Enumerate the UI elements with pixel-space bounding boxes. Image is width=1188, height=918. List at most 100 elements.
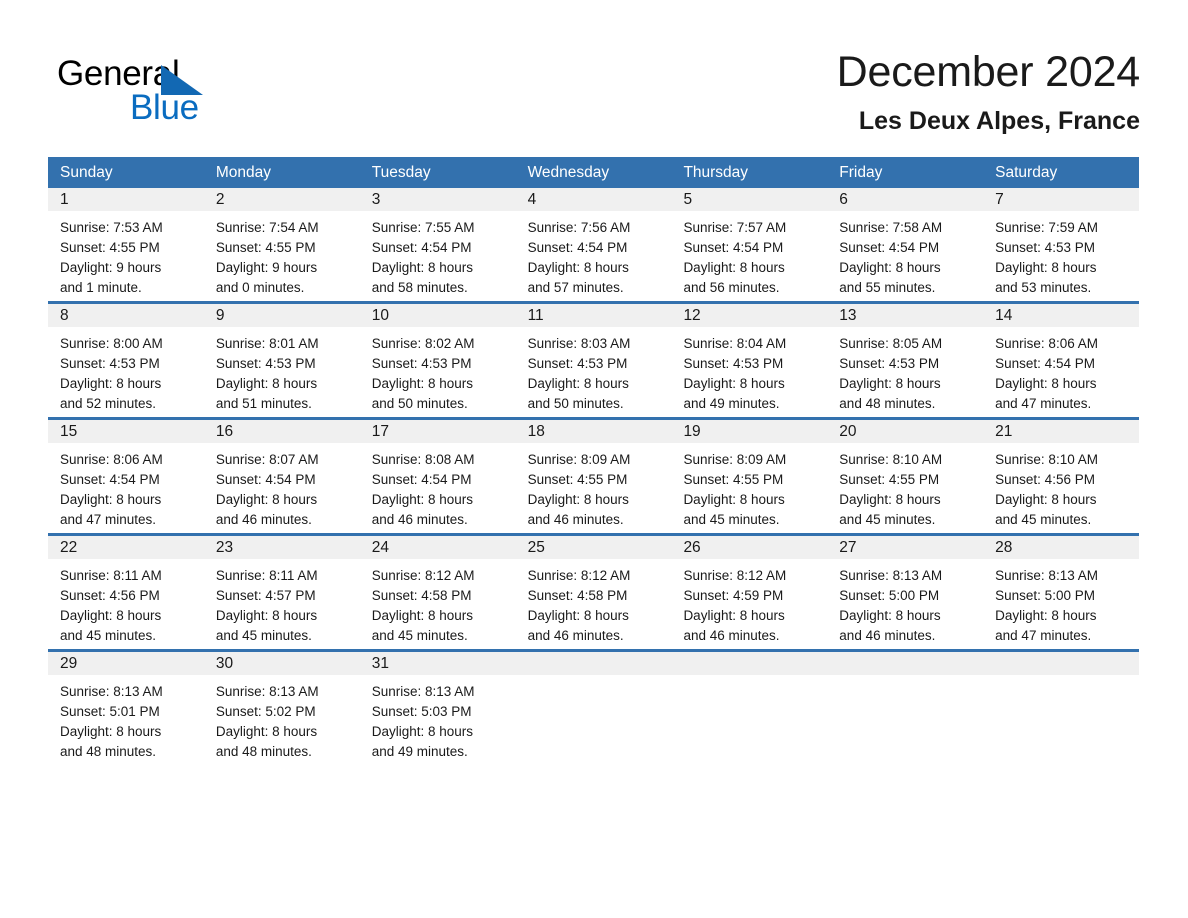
day-cell[interactable]: Sunrise: 8:12 AM Sunset: 4:59 PM Dayligh…	[671, 559, 827, 649]
daylight-text-line2: and 53 minutes.	[995, 280, 1092, 295]
day-number[interactable]: 14	[983, 304, 1139, 327]
day-cell[interactable]: Sunrise: 8:13 AM Sunset: 5:02 PM Dayligh…	[204, 675, 360, 765]
day-cell[interactable]: Sunrise: 7:55 AM Sunset: 4:54 PM Dayligh…	[360, 211, 516, 301]
weekday-header-friday: Friday	[839, 164, 883, 181]
day-cell[interactable]: Sunrise: 7:59 AM Sunset: 4:53 PM Dayligh…	[983, 211, 1139, 301]
day-cell[interactable]: Sunrise: 8:04 AM Sunset: 4:53 PM Dayligh…	[671, 327, 827, 417]
day-number[interactable]: 30	[204, 652, 360, 675]
generalblue-logo[interactable]: General Blue	[57, 54, 317, 132]
daylight-text-line2: and 45 minutes.	[839, 512, 936, 527]
day-number[interactable]: 3	[360, 188, 516, 211]
day-cell[interactable]: Sunrise: 8:09 AM Sunset: 4:55 PM Dayligh…	[671, 443, 827, 533]
week-daynumber-band: 22 23 24 25 26 27 28	[48, 536, 1139, 559]
day-cell[interactable]: Sunrise: 8:03 AM Sunset: 4:53 PM Dayligh…	[516, 327, 672, 417]
day-number-empty	[516, 652, 672, 675]
day-number[interactable]: 1	[48, 188, 204, 211]
day-number[interactable]: 29	[48, 652, 204, 675]
day-cell-empty	[516, 675, 672, 765]
day-number[interactable]: 24	[360, 536, 516, 559]
daylight-text-line1: Daylight: 8 hours	[683, 260, 785, 275]
day-cell[interactable]: Sunrise: 8:13 AM Sunset: 5:00 PM Dayligh…	[983, 559, 1139, 649]
sunset-text: Sunset: 4:54 PM	[995, 356, 1095, 371]
day-cell[interactable]: Sunrise: 8:13 AM Sunset: 5:01 PM Dayligh…	[48, 675, 204, 765]
day-cell[interactable]: Sunrise: 8:12 AM Sunset: 4:58 PM Dayligh…	[516, 559, 672, 649]
sunrise-text: Sunrise: 7:56 AM	[527, 220, 631, 235]
day-number[interactable]: 13	[827, 304, 983, 327]
sunset-text: Sunset: 4:53 PM	[839, 356, 940, 371]
day-number[interactable]: 11	[516, 304, 672, 327]
day-number[interactable]: 20	[827, 420, 983, 443]
daylight-text-line2: and 58 minutes.	[371, 280, 468, 295]
day-number[interactable]: 23	[204, 536, 360, 559]
sunset-text: Sunset: 4:59 PM	[683, 588, 784, 603]
day-cell[interactable]: Sunrise: 7:58 AM Sunset: 4:54 PM Dayligh…	[827, 211, 983, 301]
sunrise-text: Sunrise: 8:11 AM	[215, 568, 318, 583]
day-number[interactable]: 6	[827, 188, 983, 211]
sunrise-text: Sunrise: 7:54 AM	[215, 220, 319, 235]
day-number[interactable]: 18	[516, 420, 672, 443]
day-cell[interactable]: Sunrise: 8:10 AM Sunset: 4:56 PM Dayligh…	[983, 443, 1139, 533]
sunset-text: Sunset: 4:57 PM	[215, 588, 316, 603]
day-cell[interactable]: Sunrise: 8:10 AM Sunset: 4:55 PM Dayligh…	[827, 443, 983, 533]
day-cell[interactable]: Sunrise: 8:07 AM Sunset: 4:54 PM Dayligh…	[204, 443, 360, 533]
day-cell[interactable]: Sunrise: 8:01 AM Sunset: 4:53 PM Dayligh…	[204, 327, 360, 417]
day-number[interactable]: 16	[204, 420, 360, 443]
sunrise-text: Sunrise: 8:13 AM	[839, 568, 943, 583]
day-number[interactable]: 7	[983, 188, 1139, 211]
day-cell[interactable]: Sunrise: 7:54 AM Sunset: 4:55 PM Dayligh…	[204, 211, 360, 301]
day-cell[interactable]: Sunrise: 8:12 AM Sunset: 4:58 PM Dayligh…	[360, 559, 516, 649]
sunset-text: Sunset: 4:55 PM	[60, 240, 160, 255]
sunset-text: Sunset: 4:56 PM	[60, 588, 160, 603]
logo-text-blue: Blue	[130, 88, 199, 127]
day-number[interactable]: 17	[360, 420, 516, 443]
week-daynumber-band: 29 30 31	[48, 652, 1139, 675]
day-number[interactable]: 22	[48, 536, 204, 559]
day-number[interactable]: 26	[671, 536, 827, 559]
day-number[interactable]: 8	[48, 304, 204, 327]
sunrise-text: Sunrise: 7:58 AM	[839, 220, 943, 235]
day-cell[interactable]: Sunrise: 8:00 AM Sunset: 4:53 PM Dayligh…	[48, 327, 204, 417]
daylight-text-line1: Daylight: 8 hours	[527, 376, 629, 391]
day-cell[interactable]: Sunrise: 8:02 AM Sunset: 4:53 PM Dayligh…	[360, 327, 516, 417]
day-number[interactable]: 4	[516, 188, 672, 211]
sunrise-text: Sunrise: 8:11 AM	[60, 568, 162, 583]
day-number[interactable]: 28	[983, 536, 1139, 559]
page-subtitle: Les Deux Alpes, France	[858, 107, 1140, 135]
day-number[interactable]: 19	[671, 420, 827, 443]
day-number[interactable]: 31	[360, 652, 516, 675]
day-cell[interactable]: Sunrise: 7:56 AM Sunset: 4:54 PM Dayligh…	[516, 211, 672, 301]
day-cell[interactable]: Sunrise: 8:13 AM Sunset: 5:03 PM Dayligh…	[360, 675, 516, 765]
sunset-text: Sunset: 4:54 PM	[527, 240, 628, 255]
day-number[interactable]: 2	[204, 188, 360, 211]
day-number-empty	[671, 652, 827, 675]
daylight-text-line1: Daylight: 8 hours	[839, 260, 941, 275]
day-number[interactable]: 25	[516, 536, 672, 559]
day-cell[interactable]: Sunrise: 8:11 AM Sunset: 4:57 PM Dayligh…	[204, 559, 360, 649]
sunrise-text: Sunrise: 8:06 AM	[60, 452, 163, 467]
weekday-header-wednesday: Wednesday	[527, 164, 610, 181]
day-cell[interactable]: Sunrise: 8:06 AM Sunset: 4:54 PM Dayligh…	[983, 327, 1139, 417]
day-number[interactable]: 21	[983, 420, 1139, 443]
sunset-text: Sunset: 4:53 PM	[995, 240, 1095, 255]
sunset-text: Sunset: 4:53 PM	[527, 356, 628, 371]
day-number[interactable]: 27	[827, 536, 983, 559]
day-number[interactable]: 12	[671, 304, 827, 327]
day-number[interactable]: 15	[48, 420, 204, 443]
day-cell[interactable]: Sunrise: 8:11 AM Sunset: 4:56 PM Dayligh…	[48, 559, 204, 649]
day-cell[interactable]: Sunrise: 8:05 AM Sunset: 4:53 PM Dayligh…	[827, 327, 983, 417]
daylight-text-line1: Daylight: 8 hours	[995, 608, 1097, 623]
day-cell[interactable]: Sunrise: 8:08 AM Sunset: 4:54 PM Dayligh…	[360, 443, 516, 533]
day-cell[interactable]: Sunrise: 7:57 AM Sunset: 4:54 PM Dayligh…	[671, 211, 827, 301]
day-cell[interactable]: Sunrise: 7:53 AM Sunset: 4:55 PM Dayligh…	[48, 211, 204, 301]
day-cell-empty	[827, 675, 983, 765]
sunset-text: Sunset: 4:55 PM	[215, 240, 316, 255]
daylight-text-line2: and 48 minutes.	[215, 744, 312, 759]
day-number[interactable]: 10	[360, 304, 516, 327]
day-cell[interactable]: Sunrise: 8:13 AM Sunset: 5:00 PM Dayligh…	[827, 559, 983, 649]
daylight-text-line1: Daylight: 8 hours	[371, 724, 474, 739]
day-number[interactable]: 5	[671, 188, 827, 211]
day-cell[interactable]: Sunrise: 8:09 AM Sunset: 4:55 PM Dayligh…	[516, 443, 672, 533]
day-number[interactable]: 9	[204, 304, 360, 327]
sunrise-text: Sunrise: 8:10 AM	[839, 452, 943, 467]
day-cell[interactable]: Sunrise: 8:06 AM Sunset: 4:54 PM Dayligh…	[48, 443, 204, 533]
